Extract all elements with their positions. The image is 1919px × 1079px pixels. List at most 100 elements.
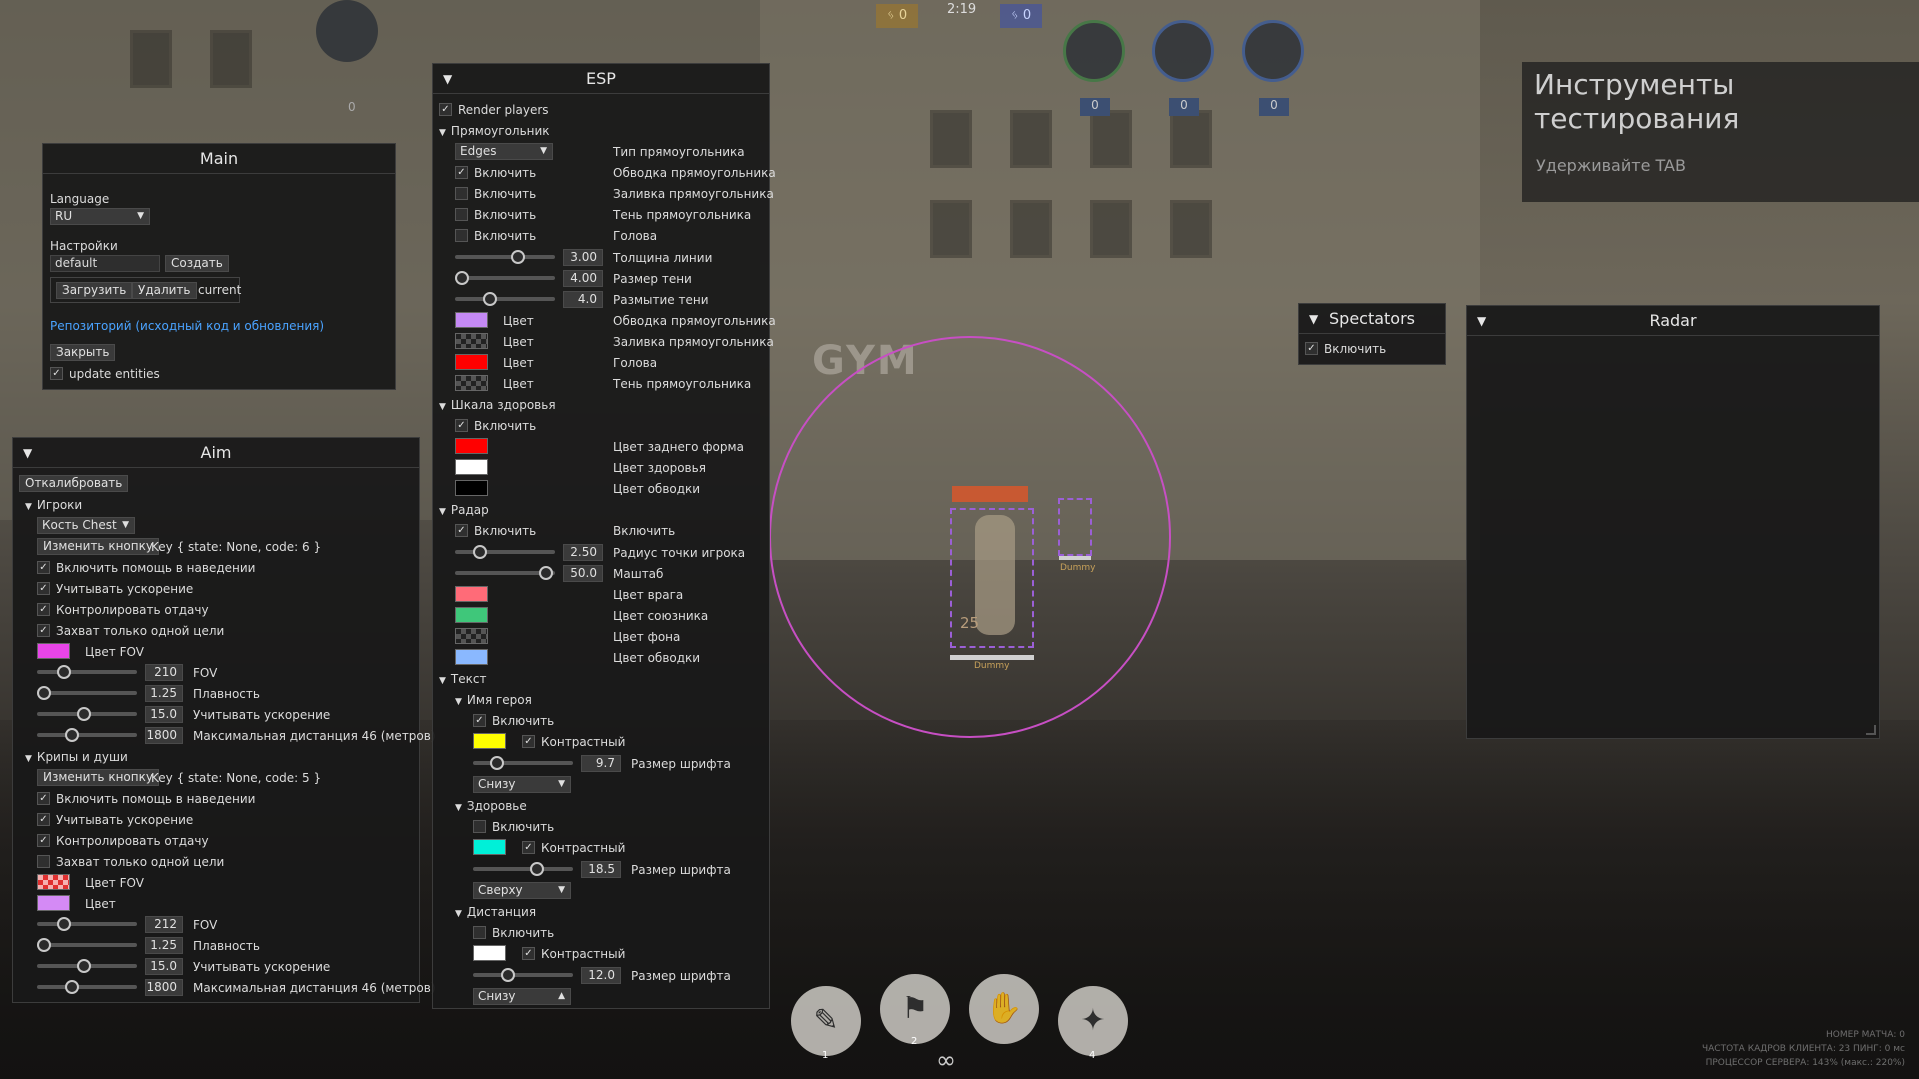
creeps-aim-assist-row[interactable]: ✓ Включить помощь в наведении	[37, 790, 255, 808]
health-color-swatch[interactable]	[473, 839, 506, 855]
update-entities-row[interactable]: ✓ update entities	[50, 365, 160, 383]
slider-knob[interactable]	[77, 959, 91, 973]
check-icon[interactable]: ✓	[455, 166, 468, 179]
shadow-blur-value[interactable]: 4.0	[563, 291, 603, 308]
slider-knob[interactable]	[483, 292, 497, 306]
slider-knob[interactable]	[65, 980, 79, 994]
spectators-enable-row[interactable]: ✓ Включить	[1305, 340, 1386, 358]
collapse-icon[interactable]: ▼	[23, 438, 32, 468]
slider-knob[interactable]	[77, 707, 91, 721]
creeps-accel-row[interactable]: ✓ Учитывать ускорение	[37, 811, 193, 829]
hero-pos-select[interactable]: Снизу ▼	[473, 776, 571, 793]
distance-font-slider[interactable]	[473, 968, 573, 982]
check-icon[interactable]: ✓	[37, 624, 50, 637]
slider-knob[interactable]	[511, 250, 525, 264]
scale-slider[interactable]	[455, 566, 555, 580]
creeps-accel-value[interactable]: 15.0	[145, 958, 183, 975]
ability-3-icon[interactable]: ✋	[969, 974, 1039, 1044]
radar-bg-color-swatch[interactable]	[455, 628, 488, 644]
check-icon[interactable]: ✓	[37, 834, 50, 847]
unchecked-box-icon[interactable]	[473, 820, 486, 833]
recoil-row[interactable]: ✓ Контролировать отдачу	[37, 601, 209, 619]
create-button[interactable]: Создать	[165, 255, 229, 272]
accel-value[interactable]: 15.0	[145, 706, 183, 723]
distance-color-swatch[interactable]	[473, 945, 506, 961]
creeps-smooth-value[interactable]: 1.25	[145, 937, 183, 954]
check-icon[interactable]: ✓	[522, 947, 535, 960]
dot-radius-value[interactable]: 2.50	[563, 544, 603, 561]
shadow-size-value[interactable]: 4.00	[563, 270, 603, 287]
delete-button[interactable]: Удалить	[132, 282, 197, 299]
shadow-color-swatch[interactable]	[455, 375, 488, 391]
creeps-fov-value[interactable]: 212	[145, 916, 183, 933]
hp-enable-row[interactable]: ✓ Включить	[455, 417, 536, 435]
rect-header[interactable]: ▼ Прямоугольник	[439, 122, 550, 140]
health-font-value[interactable]: 18.5	[581, 861, 621, 878]
players-header[interactable]: ▼ Игроки	[25, 496, 82, 514]
unchecked-box-icon[interactable]	[37, 855, 50, 868]
slider-knob[interactable]	[490, 756, 504, 770]
close-button[interactable]: Закрыть	[50, 344, 116, 361]
check-icon[interactable]: ✓	[37, 582, 50, 595]
repo-link[interactable]: Репозиторий (исходный код и обновления)	[50, 317, 324, 335]
hp-bg-color-swatch[interactable]	[455, 438, 488, 454]
health-font-slider[interactable]	[473, 862, 573, 876]
slider-knob[interactable]	[501, 968, 515, 982]
hp-header[interactable]: ▼ Шкала здоровья	[439, 396, 556, 414]
creeps-fov-color-swatch[interactable]	[37, 874, 70, 890]
fov-slider[interactable]	[37, 665, 137, 679]
fov-value[interactable]: 210	[145, 664, 183, 681]
smooth-slider[interactable]	[37, 686, 137, 700]
unchecked-box-icon[interactable]	[473, 926, 486, 939]
resize-grip-icon[interactable]	[1866, 725, 1876, 735]
aim-assist-row[interactable]: ✓ Включить помощь в наведении	[37, 559, 255, 577]
slider-knob[interactable]	[57, 917, 71, 931]
creeps-header[interactable]: ▼ Крипы и души	[25, 748, 128, 766]
enemy-color-swatch[interactable]	[455, 586, 488, 602]
check-icon[interactable]: ✓	[473, 714, 486, 727]
check-icon[interactable]: ✓	[37, 792, 50, 805]
distance-header[interactable]: ▼ Дистанция	[455, 903, 536, 921]
rect-type-select[interactable]: Edges ▼	[455, 143, 553, 160]
line-width-value[interactable]: 3.00	[563, 249, 603, 266]
unchecked-box-icon[interactable]	[455, 208, 468, 221]
smooth-value[interactable]: 1.25	[145, 685, 183, 702]
ally-color-swatch[interactable]	[455, 607, 488, 623]
health-enable-row[interactable]: Включить	[473, 818, 554, 836]
collapse-icon[interactable]: ▼	[443, 64, 452, 94]
check-icon[interactable]: ✓	[455, 419, 468, 432]
creeps-distance-value[interactable]: 1800	[145, 979, 183, 996]
ability-4-icon[interactable]: ✦	[1058, 986, 1128, 1056]
creeps-color-swatch[interactable]	[37, 895, 70, 911]
hp-outline-color-swatch[interactable]	[455, 480, 488, 496]
radar-enable-row[interactable]: ✓ Включить	[455, 522, 536, 540]
radar-border-color-swatch[interactable]	[455, 649, 488, 665]
hero-name-enable-row[interactable]: ✓ Включить	[473, 712, 554, 730]
creeps-recoil-row[interactable]: ✓ Контролировать отдачу	[37, 832, 209, 850]
fov-color-swatch[interactable]	[37, 643, 70, 659]
health-contrast-row[interactable]: ✓ Контрастный	[522, 839, 625, 857]
change-key-button[interactable]: Изменить кнопку	[37, 538, 159, 555]
health-header[interactable]: ▼ Здоровье	[455, 797, 527, 815]
hp-color-swatch[interactable]	[455, 459, 488, 475]
language-select[interactable]: RU ▼	[50, 208, 150, 225]
distance-value[interactable]: 1800	[145, 727, 183, 744]
slider-knob[interactable]	[473, 545, 487, 559]
shadow-size-slider[interactable]	[455, 271, 555, 285]
slider-knob[interactable]	[455, 271, 469, 285]
unchecked-box-icon[interactable]	[455, 187, 468, 200]
hero-font-slider[interactable]	[473, 756, 573, 770]
hero-name-contrast-row[interactable]: ✓ Контрастный	[522, 733, 625, 751]
config-name-input[interactable]: default	[50, 255, 160, 272]
check-icon[interactable]: ✓	[439, 103, 452, 116]
single-target-row[interactable]: ✓ Захват только одной цели	[37, 622, 224, 640]
slider-knob[interactable]	[539, 566, 553, 580]
radar-header[interactable]: ▼ Радар	[439, 501, 489, 519]
check-icon[interactable]: ✓	[37, 561, 50, 574]
line-width-slider[interactable]	[455, 250, 555, 264]
outline-color-swatch[interactable]	[455, 312, 488, 328]
creeps-fov-slider[interactable]	[37, 917, 137, 931]
collapse-icon[interactable]: ▼	[1309, 304, 1318, 334]
slider-knob[interactable]	[57, 665, 71, 679]
calibrate-button[interactable]: Откалибровать	[19, 475, 129, 492]
